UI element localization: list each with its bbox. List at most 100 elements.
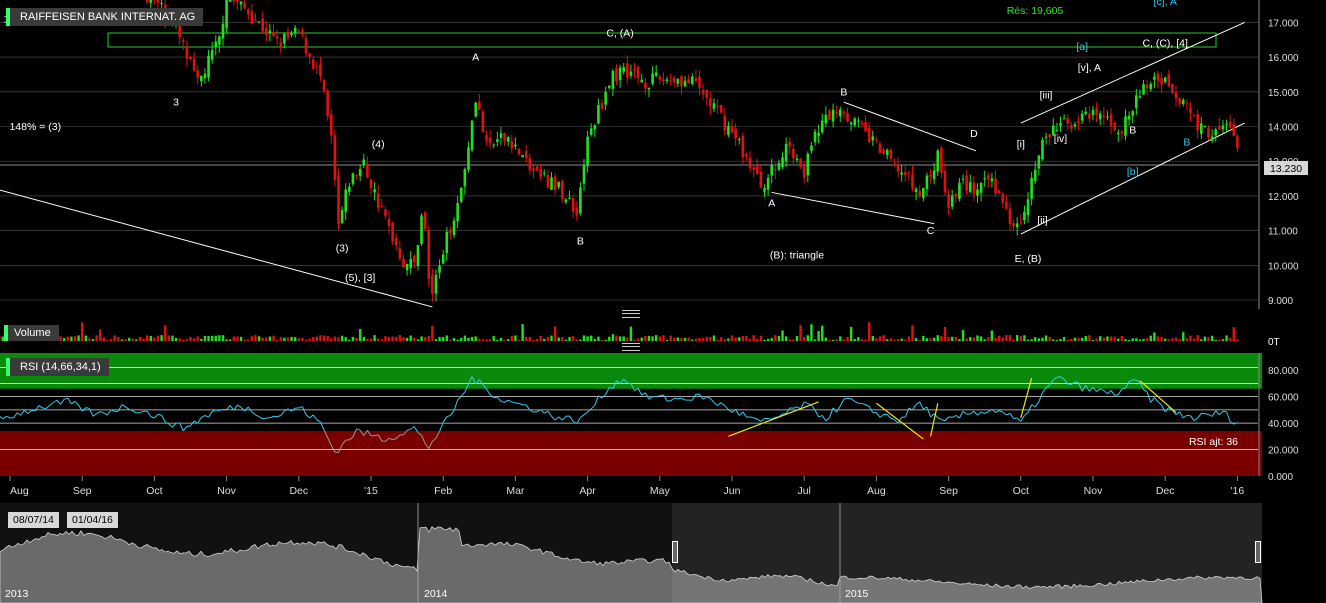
volume-bar <box>701 338 705 341</box>
candle-body <box>712 103 716 109</box>
month-tick-label: Feb <box>434 485 452 497</box>
candle-body <box>1084 111 1088 115</box>
navigator-date-from-text: 08/07/14 <box>13 514 54 526</box>
candle-body <box>698 76 701 88</box>
volume-bar <box>889 338 893 341</box>
navigator-left-handle[interactable] <box>672 541 678 563</box>
volume-bar <box>781 330 784 341</box>
volume-bar <box>109 338 113 341</box>
volume-bar <box>236 336 239 341</box>
volume-bar <box>481 339 485 341</box>
wave-label: [iv] <box>1054 133 1068 145</box>
price-tick-label: 15.000 <box>1268 88 1299 99</box>
volume-bar <box>70 336 73 341</box>
splitter-grip-icon[interactable] <box>622 343 640 351</box>
volume-bar <box>1153 332 1156 341</box>
wave-label: C, (A) <box>606 27 633 39</box>
volume-bar <box>1135 338 1138 341</box>
candle-body <box>348 186 351 192</box>
chart-canvas[interactable]: 143148% = (3)(4)(3)(5), [3]ABC, (A)AB(B)… <box>0 0 1326 603</box>
volume-bar <box>402 337 405 341</box>
candle-body <box>835 112 838 114</box>
volume-bar <box>961 330 965 341</box>
candle-body <box>647 87 651 90</box>
candle-body <box>651 73 654 84</box>
candle-body <box>802 166 806 178</box>
candle-body <box>319 64 322 76</box>
candle-body <box>842 111 846 114</box>
candle-body <box>290 33 293 36</box>
wave-label: A <box>472 52 479 64</box>
pane-splitter-rsi[interactable] <box>0 342 1262 351</box>
candle-body <box>488 138 492 143</box>
volume-bar <box>738 337 741 341</box>
volume-bar <box>1174 337 1178 341</box>
navigator-pane[interactable]: 2013 2014 2015 <box>0 503 1263 603</box>
candle-body <box>766 177 770 190</box>
volume-bar <box>1066 339 1069 341</box>
candle-body <box>561 181 564 199</box>
wave-label: [i] <box>1017 138 1025 150</box>
volume-bar <box>431 325 434 341</box>
candle-body <box>629 71 633 76</box>
volume-bar <box>557 337 560 341</box>
volume-bar <box>308 338 311 341</box>
candle-body <box>1214 129 1218 136</box>
candle-body <box>940 147 943 173</box>
candle-body <box>1066 118 1070 124</box>
volume-bar <box>283 337 286 341</box>
volume-bar <box>340 335 344 341</box>
navigator-date-from[interactable]: 08/07/14 <box>8 512 59 528</box>
volume-bar <box>225 339 228 341</box>
candle-body <box>867 127 871 142</box>
volume-bar <box>156 335 160 341</box>
candle-body <box>1088 113 1091 119</box>
candle-body <box>1102 115 1106 118</box>
wave-label: E, (B) <box>1015 253 1042 265</box>
candle-body <box>839 109 842 117</box>
volume-bar <box>1077 337 1080 341</box>
volume-bar <box>911 325 914 341</box>
volume-bar <box>160 335 163 341</box>
candle-body <box>575 208 579 216</box>
volume-bar <box>189 336 192 341</box>
volume-bar <box>442 337 445 341</box>
candle-body <box>593 125 597 130</box>
candle-body <box>1207 128 1210 138</box>
candle-body <box>914 188 918 193</box>
volume-bar <box>145 335 149 341</box>
candle-body <box>1077 121 1080 123</box>
candle-body <box>579 187 582 214</box>
volume-bar <box>994 337 997 341</box>
candle-body <box>737 139 741 141</box>
volume-bar <box>846 336 849 341</box>
volume-bar <box>73 336 77 341</box>
candle-body <box>658 76 662 80</box>
candle-body <box>456 203 459 222</box>
navigator-date-to[interactable]: 01/04/16 <box>67 512 118 528</box>
splitter-grip-icon[interactable] <box>622 310 640 318</box>
candle-body <box>709 98 712 107</box>
candle-body <box>918 190 922 197</box>
navigator-right-handle[interactable] <box>1255 541 1261 563</box>
volume-bar <box>525 336 528 341</box>
volume-bar <box>571 336 575 341</box>
volume-bar <box>337 337 340 341</box>
volume-bar <box>528 337 532 341</box>
volume-bar <box>857 337 860 341</box>
candle-body <box>308 53 311 57</box>
volume-bar <box>120 339 124 341</box>
navigator-year-label: 2014 <box>424 588 448 600</box>
volume-bar <box>886 339 889 341</box>
pane-splitter-volume[interactable] <box>0 309 1262 318</box>
volume-bar <box>1189 335 1192 341</box>
candle-body <box>687 78 690 84</box>
price-pane[interactable] <box>0 0 1262 309</box>
candle-body <box>716 105 719 107</box>
wave-label: [iii] <box>1040 90 1053 102</box>
candle-body <box>1178 98 1181 104</box>
volume-bar <box>705 336 708 341</box>
volume-bar <box>1207 337 1210 341</box>
volume-bar <box>416 339 420 341</box>
volume-bar <box>95 335 98 341</box>
